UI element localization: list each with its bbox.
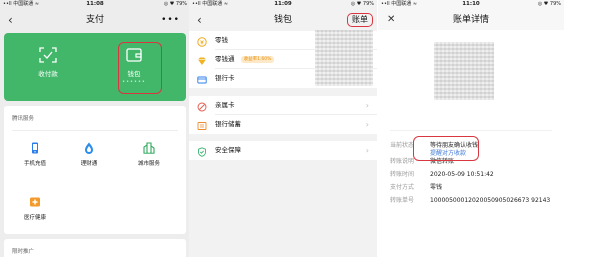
clock: 11:09 [274, 1, 292, 7]
row-label: 零钱 [215, 36, 228, 44]
pay-screen: ••ll 中国联通 ≈ 11:08 ◎ ♥ 79% ‹ 支付 ••• 收付款 钱… [0, 0, 190, 257]
bills-button[interactable]: 账单 [347, 13, 373, 27]
status-bar: ••ll 中国联通 ≈ 11:10 ◎ ♥ 79% [378, 0, 564, 9]
services-section-title: 腾讯服务 [12, 116, 35, 122]
nav-bar: ‹ 钱包 账单 [189, 10, 377, 30]
promo-card: 限时推广 [4, 239, 186, 257]
battery-indicator: ◎ ♥ 79% [537, 1, 561, 7]
shield-check-icon [197, 146, 207, 157]
blurred-balance [315, 30, 373, 86]
status-highlight [413, 136, 479, 161]
mobile-phone-icon [29, 142, 41, 154]
wallet-row-bank-savings[interactable]: 银行储蓄 › [189, 115, 377, 134]
family-card-icon [197, 101, 207, 112]
time-value: 2020-05-09 10:51:42 [430, 171, 494, 178]
nav-bar: ✕ 账单详情 [378, 10, 564, 30]
bank-card-icon [197, 74, 207, 84]
page-title: 账单详情 [452, 15, 489, 25]
divider [390, 130, 552, 131]
battery-indicator: ◎ ♥ 79% [163, 1, 187, 7]
battery-indicator: ◎ ♥ 79% [350, 1, 374, 7]
service-label: 手机充值 [23, 161, 46, 167]
service-mobile-topup[interactable]: 手机充值 [10, 142, 60, 167]
row-label: 安全保障 [215, 146, 241, 154]
diamond-icon [197, 55, 207, 65]
blurred-recipient-avatar [434, 42, 494, 100]
pay-value: 零钱 [430, 184, 443, 191]
bill-detail-screen: ••ll 中国联通 ≈ 11:10 ◎ ♥ 79% ✕ 账单详情 当前状态 等待… [378, 0, 564, 257]
divider [12, 130, 178, 131]
time-key: 转账时间 [390, 171, 415, 178]
row-label: 银行储蓄 [215, 120, 241, 128]
yield-badge: 收益率1.60% [240, 55, 275, 63]
service-city[interactable]: 城市服务 [124, 142, 174, 167]
row-label: 零钱通 [215, 55, 235, 63]
chevron-right-icon: › [365, 146, 369, 155]
tencent-services-card: 腾讯服务 手机充值 理财通 城市服务 医疗健康 [4, 106, 186, 234]
promo-section-title: 限时推广 [12, 249, 35, 255]
row-label: 银行卡 [215, 74, 235, 82]
chevron-right-icon: › [365, 120, 369, 129]
clock: 11:08 [86, 1, 104, 7]
service-health[interactable]: 医疗健康 [10, 196, 60, 221]
qr-scan-icon [39, 47, 57, 63]
savings-icon [197, 120, 207, 130]
status-bar: ••ll 中国联通 ≈ 11:08 ◎ ♥ 79% [0, 0, 190, 9]
city-building-icon [143, 142, 155, 154]
wallet-list-group-3: 安全保障 › [189, 141, 377, 160]
no-key: 转账单号 [390, 197, 415, 204]
service-label: 城市服务 [137, 161, 160, 167]
service-wealth[interactable]: 理财通 [64, 142, 114, 167]
wallet-screen: ••ll 中国联通 ≈ 11:09 ◎ ♥ 79% ‹ 钱包 账单 零钱 零钱通… [189, 0, 377, 257]
clock: 11:10 [462, 1, 480, 7]
receive-pay-button[interactable]: 收付款 [18, 33, 78, 101]
pay-key: 支付方式 [390, 184, 415, 191]
more-button[interactable]: ••• [161, 10, 180, 30]
status-bar: ••ll 中国联通 ≈ 11:09 ◎ ♥ 79% [189, 0, 377, 9]
coin-icon [197, 36, 207, 47]
service-label: 理财通 [80, 161, 98, 167]
medical-cross-icon [29, 196, 41, 208]
row-label: 亲属卡 [215, 101, 235, 109]
wallet-list-group-2: 亲属卡 › 银行储蓄 › [189, 96, 377, 134]
wallet-row-family-card[interactable]: 亲属卡 › [189, 96, 377, 115]
chevron-right-icon: › [365, 101, 369, 110]
wealth-drop-icon [83, 142, 95, 154]
wallet-highlight [118, 42, 162, 94]
nav-bar: ‹ 支付 ••• [0, 10, 190, 30]
wallet-row-security[interactable]: 安全保障 › [189, 141, 377, 160]
no-value[interactable]: 10000500012020050905026673 92143 [430, 197, 558, 205]
service-label: 医疗健康 [23, 215, 46, 221]
receive-pay-label: 收付款 [38, 70, 58, 78]
